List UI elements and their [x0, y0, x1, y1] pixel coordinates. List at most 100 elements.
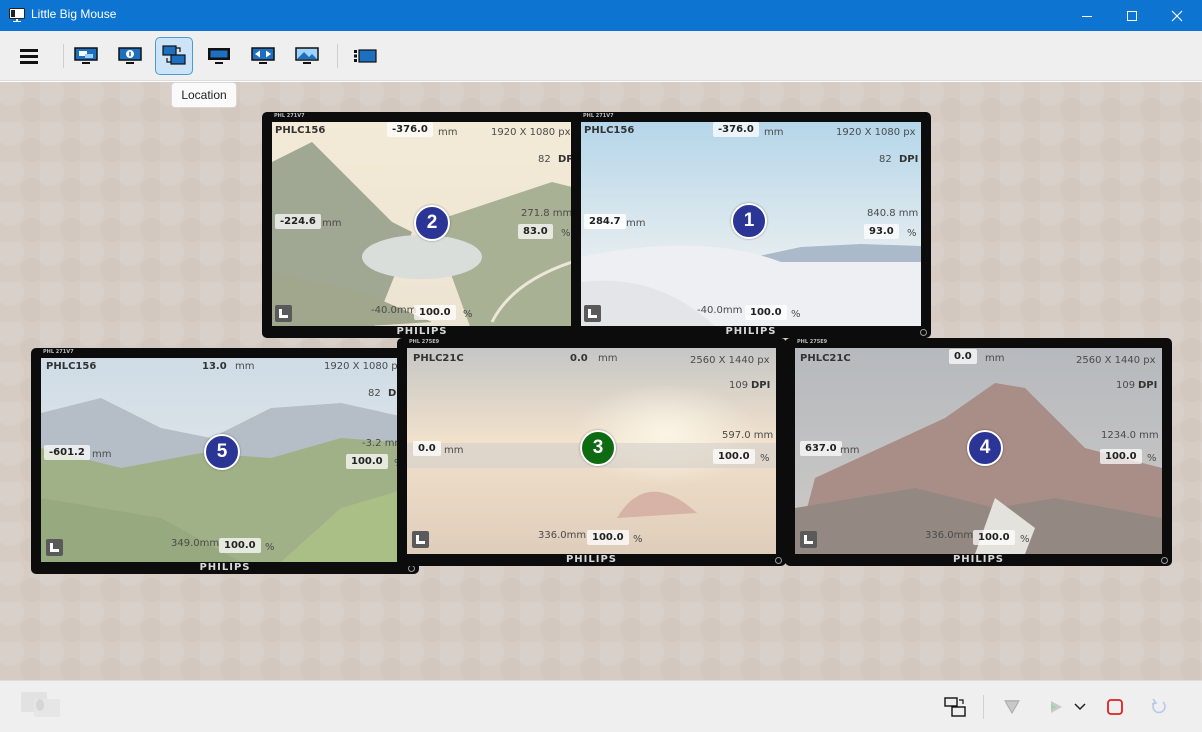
y-position-value[interactable]: -376.0 — [387, 122, 433, 137]
close-button[interactable] — [1155, 0, 1199, 31]
monitor-screen: PHLC156 -376.0 mm 1920 X 1080 px 82 DPI … — [581, 122, 921, 326]
stop-button[interactable] — [1101, 695, 1129, 719]
monitors-layout-button[interactable] — [940, 695, 970, 719]
wallpaper-button[interactable] — [288, 37, 326, 75]
x-position-value[interactable]: 0.0 — [413, 441, 441, 456]
monitor-number-badge: 2 — [414, 205, 450, 241]
physical-height: -40.0mm — [697, 305, 743, 316]
toolbar-separator — [337, 44, 338, 68]
physical-height: 349.0mm — [171, 538, 220, 549]
border-button[interactable] — [200, 37, 238, 75]
y-position-unit: mm — [235, 361, 255, 372]
size-button[interactable] — [67, 37, 105, 75]
dpi-unit: DPI — [1138, 380, 1158, 391]
resolution: 1920 X 1080 px — [836, 127, 916, 138]
monitor-2[interactable]: PHL 271V7 PHLC156 -376.0 mm 1920 X 1080 … — [262, 112, 582, 338]
dpi-value: 82 — [368, 388, 381, 399]
minimize-button[interactable] — [1065, 0, 1109, 31]
x-position-unit: mm — [840, 445, 860, 456]
dpi-value: 82 — [879, 154, 892, 165]
dpi-unit: DPI — [751, 380, 771, 391]
percent-unit: % — [463, 309, 473, 320]
menu-button[interactable] — [10, 37, 48, 75]
app-logo — [20, 692, 62, 717]
physical-height: -40.0mm — [371, 305, 417, 316]
vertical-scale-value[interactable]: 100.0 — [973, 530, 1015, 545]
identify-icon — [118, 47, 142, 64]
monitor-screen: PHLC21C 0.0 mm 2560 X 1440 px 109 DPI 0.… — [407, 348, 776, 554]
physical-width: 271.8 mm — [521, 208, 572, 219]
vertical-scale-value[interactable]: 100.0 — [219, 538, 261, 553]
horizontal-scale-value[interactable]: 83.0 — [518, 224, 553, 239]
list-button[interactable] — [346, 37, 384, 75]
physical-width: 1234.0 mm — [1101, 430, 1159, 441]
vertical-scale-value[interactable]: 100.0 — [745, 305, 787, 320]
y-position-value[interactable]: 0.0 — [570, 353, 588, 364]
arrows-button[interactable] — [244, 37, 282, 75]
monitor-brand: PHILIPS — [952, 554, 1005, 565]
identify-button[interactable] — [111, 37, 149, 75]
y-position-value[interactable]: 13.0 — [202, 361, 227, 372]
monitor-model: PHLC156 — [46, 361, 97, 372]
vertical-scale-value[interactable]: 100.0 — [414, 305, 456, 320]
x-position-value[interactable]: -601.2 — [44, 445, 90, 460]
x-position-value[interactable]: 637.0 — [800, 441, 842, 456]
monitor-canvas: PHL 271V7 PHLC156 -376.0 mm 1920 X 1080 … — [0, 82, 1202, 680]
maximize-icon — [1127, 10, 1137, 21]
horizontal-scale-value[interactable]: 100.0 — [713, 449, 755, 464]
start-options-dropdown[interactable] — [1071, 695, 1089, 719]
x-position-value[interactable]: 284.7 — [584, 214, 626, 229]
vertical-scale-value[interactable]: 100.0 — [587, 530, 629, 545]
monitor-model-top: PHL 271V7 — [583, 113, 614, 119]
resolution: 2560 X 1440 px — [690, 355, 770, 366]
monitor-1[interactable]: PHL 271V7 PHLC156 -376.0 mm 1920 X 1080 … — [571, 112, 931, 338]
location-button[interactable] — [155, 37, 193, 75]
monitor-model-top: PHL 275E9 — [797, 339, 828, 345]
corner-anchor-icon[interactable] — [412, 531, 429, 548]
monitor-model: PHLC21C — [800, 353, 851, 364]
y-position-value[interactable]: 0.0 — [949, 349, 977, 364]
filter-button[interactable] — [998, 695, 1026, 719]
corner-anchor-icon[interactable] — [46, 539, 63, 556]
horizontal-scale-value[interactable]: 93.0 — [864, 224, 899, 239]
resolution: 1920 X 1080 px — [324, 361, 404, 372]
percent-unit: % — [907, 228, 917, 239]
monitor-number-badge: 4 — [967, 430, 1003, 466]
close-icon — [1171, 10, 1183, 21]
horizontal-scale-value[interactable]: 100.0 — [346, 454, 388, 469]
menu-icon — [20, 49, 38, 64]
y-position-value[interactable]: -376.0 — [713, 122, 759, 137]
minimize-icon — [1082, 15, 1092, 17]
corner-anchor-icon[interactable] — [275, 305, 292, 322]
toolbar-separator — [63, 44, 64, 68]
monitor-brand: PHILIPS — [565, 554, 618, 565]
wallpaper-icon — [295, 47, 319, 64]
monitor-model-top: PHL 271V7 — [43, 349, 74, 355]
tooltip-location: Location — [171, 82, 237, 108]
physical-width: 597.0 mm — [722, 430, 774, 441]
undo-button[interactable] — [1145, 695, 1173, 719]
x-position-unit: mm — [444, 445, 464, 456]
monitor-model: PHLC156 — [584, 125, 635, 136]
percent-unit: % — [1020, 534, 1030, 545]
x-position-unit: mm — [322, 218, 342, 229]
monitor-3[interactable]: PHL 275E9 PHLC21C 0.0 mm 2560 X 1440 px … — [397, 338, 786, 566]
y-position-unit: mm — [985, 353, 1005, 364]
start-button[interactable] — [1043, 695, 1069, 719]
maximize-button[interactable] — [1110, 0, 1154, 31]
monitor-4[interactable]: PHL 275E9 PHLC21C 0.0 mm 2560 X 1440 px … — [785, 338, 1172, 566]
corner-anchor-icon[interactable] — [584, 305, 601, 322]
x-position-value[interactable]: -224.6 — [275, 214, 321, 229]
monitor-screen: PHLC21C 0.0 mm 2560 X 1440 px 109 DPI 63… — [795, 348, 1162, 554]
power-icon — [1161, 557, 1168, 564]
monitor-5[interactable]: PHL 271V7 PHLC156 13.0 mm 1920 X 1080 px… — [31, 348, 419, 574]
filter-icon — [1004, 700, 1020, 714]
resolution: 2560 X 1440 px — [1076, 355, 1156, 366]
corner-anchor-icon[interactable] — [800, 531, 817, 548]
y-position-unit: mm — [764, 127, 784, 138]
stop-icon — [1107, 699, 1123, 715]
title-bar: Little Big Mouse — [0, 0, 1202, 31]
arrows-icon — [251, 47, 275, 64]
horizontal-scale-value[interactable]: 100.0 — [1100, 449, 1142, 464]
dpi-value: 109 — [1116, 380, 1136, 391]
